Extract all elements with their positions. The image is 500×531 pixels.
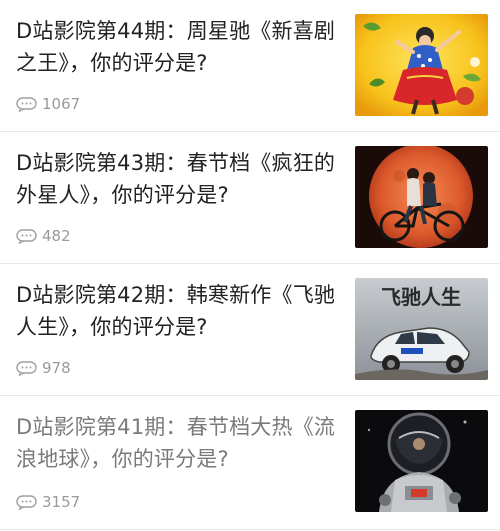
comment-icon xyxy=(16,228,37,244)
comment-count: 1067 xyxy=(42,95,81,113)
list-item[interactable]: D站影院第42期：韩寒新作《飞驰人生》，你的评分是? 978 飞驰人生 xyxy=(0,264,500,396)
comment-count: 482 xyxy=(42,227,71,245)
list-item[interactable]: D站影院第41期：春节档大热《流浪地球》，你的评分是? 3157 xyxy=(0,396,500,530)
movie-poster-crazy-alien[interactable] xyxy=(355,146,488,248)
list-item[interactable]: D站影院第43期：春节档《疯狂的外星人》，你的评分是? 482 xyxy=(0,132,500,264)
article-title[interactable]: D站影院第41期：春节档大热《流浪地球》，你的评分是? xyxy=(16,411,338,475)
comment-count: 978 xyxy=(42,359,71,377)
comment-meta: 1067 xyxy=(16,95,80,113)
article-title[interactable]: D站影院第42期：韩寒新作《飞驰人生》，你的评分是? xyxy=(16,279,338,343)
article-title[interactable]: D站影院第43期：春节档《疯狂的外星人》，你的评分是? xyxy=(16,147,338,211)
movie-poster-new-king-of-comedy[interactable] xyxy=(355,14,488,116)
poster-title: 飞驰人生 xyxy=(381,285,461,309)
article-list: D站影院第44期：周星驰《新喜剧之王》，你的评分是? 1067 D站影院第43期… xyxy=(0,0,500,530)
list-item[interactable]: D站影院第44期：周星驰《新喜剧之王》，你的评分是? 1067 xyxy=(0,0,500,132)
comment-meta: 978 xyxy=(16,359,71,377)
comment-meta: 482 xyxy=(16,227,71,245)
article-title[interactable]: D站影院第44期：周星驰《新喜剧之王》，你的评分是? xyxy=(16,15,338,79)
comment-icon xyxy=(16,494,37,510)
movie-poster-pegasus[interactable]: 飞驰人生 xyxy=(355,278,488,380)
comment-meta: 3157 xyxy=(16,493,80,511)
comment-icon xyxy=(16,360,37,376)
comment-count: 3157 xyxy=(42,493,81,511)
movie-poster-wandering-earth[interactable] xyxy=(355,410,488,512)
comment-icon xyxy=(16,96,37,112)
